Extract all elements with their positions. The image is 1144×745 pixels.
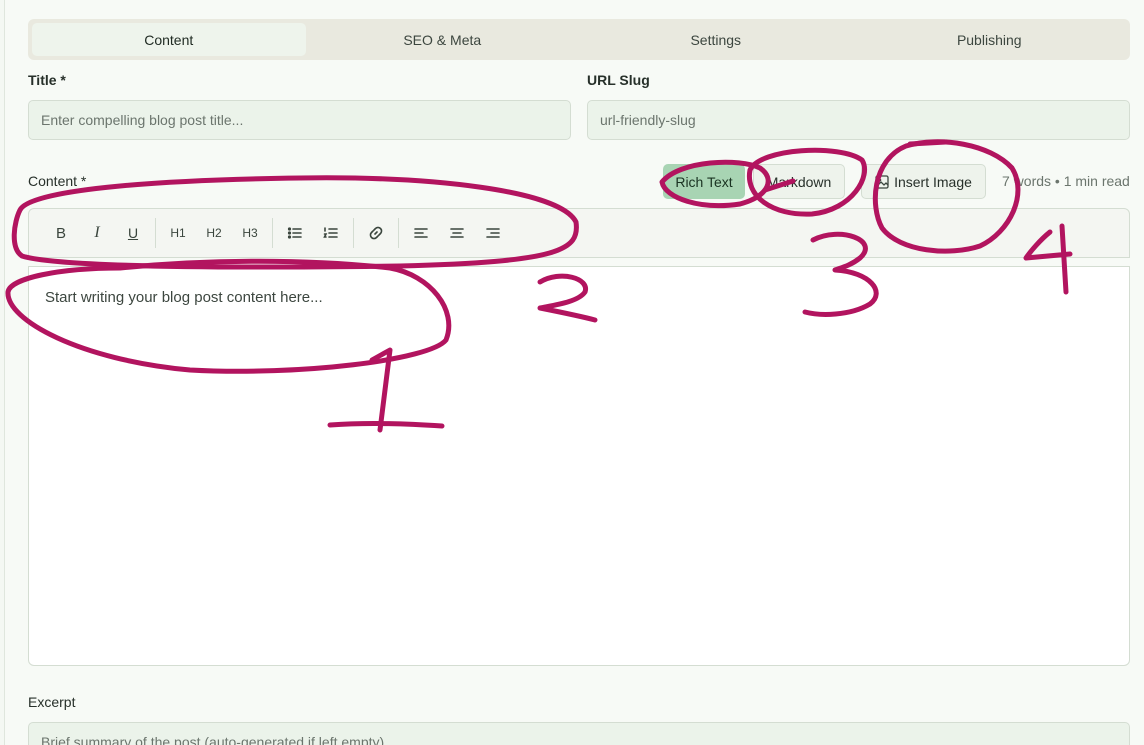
align-left-icon[interactable] [403, 218, 439, 248]
heading-1-button[interactable]: H1 [160, 218, 196, 248]
title-label: Title * [28, 72, 66, 88]
title-input[interactable] [28, 100, 571, 140]
numbered-list-icon[interactable] [313, 218, 349, 248]
heading-2-button[interactable]: H2 [196, 218, 232, 248]
excerpt-label: Excerpt [28, 694, 76, 710]
excerpt-input[interactable] [28, 722, 1130, 745]
formatting-toolbar: B I U H1 H2 H3 [28, 208, 1130, 258]
slug-input[interactable] [587, 100, 1130, 140]
tab-publishing[interactable]: Publishing [853, 23, 1127, 56]
tab-content[interactable]: Content [32, 23, 306, 56]
bold-button[interactable]: B [43, 218, 79, 248]
insert-image-label: Insert Image [894, 173, 972, 190]
image-icon [875, 174, 889, 189]
rich-text-button[interactable]: Rich Text [663, 164, 745, 199]
link-icon[interactable] [358, 218, 394, 248]
word-count: 7 words • 1 min read [1002, 173, 1130, 189]
markdown-button[interactable]: Markdown [753, 164, 845, 199]
tab-settings[interactable]: Settings [579, 23, 853, 56]
underline-button[interactable]: U [115, 218, 151, 248]
tab-seo-meta[interactable]: SEO & Meta [306, 23, 580, 56]
content-label: Content * [28, 173, 87, 189]
tab-bar: Content SEO & Meta Settings Publishing [28, 19, 1130, 60]
align-center-icon[interactable] [439, 218, 475, 248]
bullet-list-icon[interactable] [277, 218, 313, 248]
toolbar-divider [398, 218, 399, 248]
align-right-icon[interactable] [475, 218, 511, 248]
insert-image-button[interactable]: Insert Image [861, 164, 986, 199]
italic-button[interactable]: I [79, 218, 115, 248]
content-editor[interactable] [28, 266, 1130, 666]
slug-label: URL Slug [587, 72, 650, 88]
toolbar-divider [155, 218, 156, 248]
toolbar-divider [272, 218, 273, 248]
toolbar-divider [353, 218, 354, 248]
heading-3-button[interactable]: H3 [232, 218, 268, 248]
